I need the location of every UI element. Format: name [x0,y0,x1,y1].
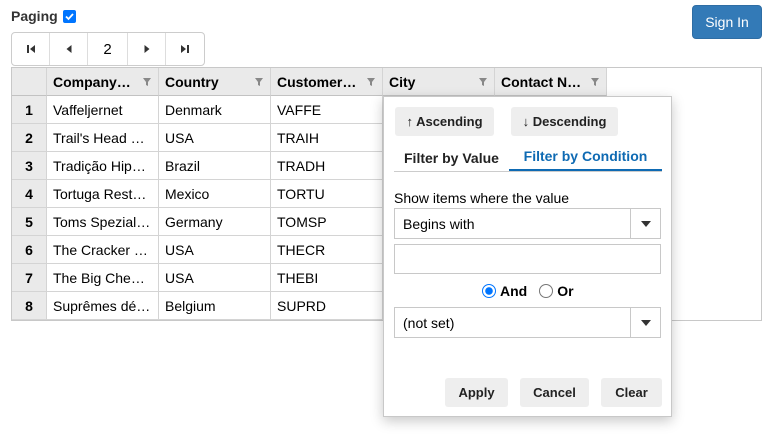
check-icon [65,12,74,20]
row-header[interactable]: 8 [12,292,47,320]
last-page-button[interactable] [166,33,204,65]
row-header[interactable]: 1 [12,96,47,124]
next-page-button[interactable] [128,33,166,65]
and-radio[interactable] [482,284,496,298]
top-left-cell [12,68,47,96]
filter-icon[interactable] [142,77,152,87]
cell-country[interactable]: Mexico [159,180,271,208]
column-filter-popup: ↑ Ascending ↓ Descending Filter by Value… [383,96,672,417]
paging-checkbox[interactable] [62,9,76,23]
filter-icon[interactable] [366,77,376,87]
cell-company[interactable]: Toms Spezial… [47,208,159,236]
condition-1-value-input[interactable] [394,244,661,274]
paging-label: Paging [11,8,58,24]
row-header[interactable]: 2 [12,124,47,152]
condition-1-value: Begins with [403,215,475,232]
and-label: And [500,283,528,299]
cell-customer[interactable]: TOMSP [271,208,383,236]
next-page-icon [144,45,149,53]
filter-tabs: Filter by Value Filter by Condition [394,143,662,172]
chevron-down-icon[interactable] [630,209,660,238]
paging-toggle: Paging [11,8,76,24]
or-radio[interactable] [539,284,554,298]
cell-company[interactable]: Vaffeljernet [47,96,159,124]
tab-filter-by-condition[interactable]: Filter by Condition [508,143,662,172]
cancel-button[interactable]: Cancel [520,378,589,407]
filter-icon[interactable] [478,77,488,87]
row-header[interactable]: 7 [12,264,47,292]
condition-2-select[interactable]: (not set) [394,307,661,338]
cell-company[interactable]: Tortuga Rest… [47,180,159,208]
and-or-group: And Or [482,283,574,299]
cell-customer[interactable]: TRAIH [271,124,383,152]
condition-1-select[interactable]: Begins with [394,208,661,239]
cell-customer[interactable]: THEBI [271,264,383,292]
show-items-label: Show items where the value [394,190,570,206]
pager: 2 [11,32,205,66]
last-page-icon [181,45,189,53]
row-header[interactable]: 5 [12,208,47,236]
cell-customer[interactable]: THECR [271,236,383,264]
prev-page-button[interactable] [50,33,88,65]
condition-2-value: (not set) [403,314,455,331]
cell-country[interactable]: USA [159,124,271,152]
sign-in-button[interactable]: Sign In [692,5,762,39]
current-page[interactable]: 2 [88,33,128,65]
row-header[interactable]: 3 [12,152,47,180]
first-page-button[interactable] [12,33,50,65]
tab-divider [394,171,662,172]
cell-country[interactable]: USA [159,236,271,264]
column-header-company[interactable]: Company… [47,68,159,96]
cell-country[interactable]: Denmark [159,96,271,124]
cell-company[interactable]: Trail's Head … [47,124,159,152]
cell-customer[interactable]: TRADH [271,152,383,180]
filter-icon[interactable] [590,77,600,87]
cell-customer[interactable]: TORTU [271,180,383,208]
chevron-down-icon[interactable] [630,308,660,337]
or-label: Or [557,283,574,299]
clear-button[interactable]: Clear [601,378,662,407]
header-row: Company… Country Customer… City Contact … [12,68,607,96]
cell-customer[interactable]: VAFFE [271,96,383,124]
row-header[interactable]: 6 [12,236,47,264]
apply-button[interactable]: Apply [445,378,508,407]
tab-filter-by-value[interactable]: Filter by Value [394,143,509,172]
cell-company[interactable]: Tradição Hip… [47,152,159,180]
column-header-contact[interactable]: Contact N… [495,68,607,96]
row-header[interactable]: 4 [12,180,47,208]
cell-company[interactable]: The Big Che… [47,264,159,292]
column-header-country[interactable]: Country [159,68,271,96]
column-header-city[interactable]: City [383,68,495,96]
sort-ascending-button[interactable]: ↑ Ascending [395,107,494,136]
cell-company[interactable]: The Cracker … [47,236,159,264]
cell-country[interactable]: USA [159,264,271,292]
prev-page-icon [66,45,71,53]
sort-descending-button[interactable]: ↓ Descending [511,107,618,136]
cell-country[interactable]: Germany [159,208,271,236]
first-page-icon [26,45,35,53]
cell-customer[interactable]: SUPRD [271,292,383,320]
column-header-customer[interactable]: Customer… [271,68,383,96]
cell-country[interactable]: Belgium [159,292,271,320]
cell-company[interactable]: Suprêmes dé… [47,292,159,320]
filter-icon[interactable] [254,77,264,87]
cell-country[interactable]: Brazil [159,152,271,180]
